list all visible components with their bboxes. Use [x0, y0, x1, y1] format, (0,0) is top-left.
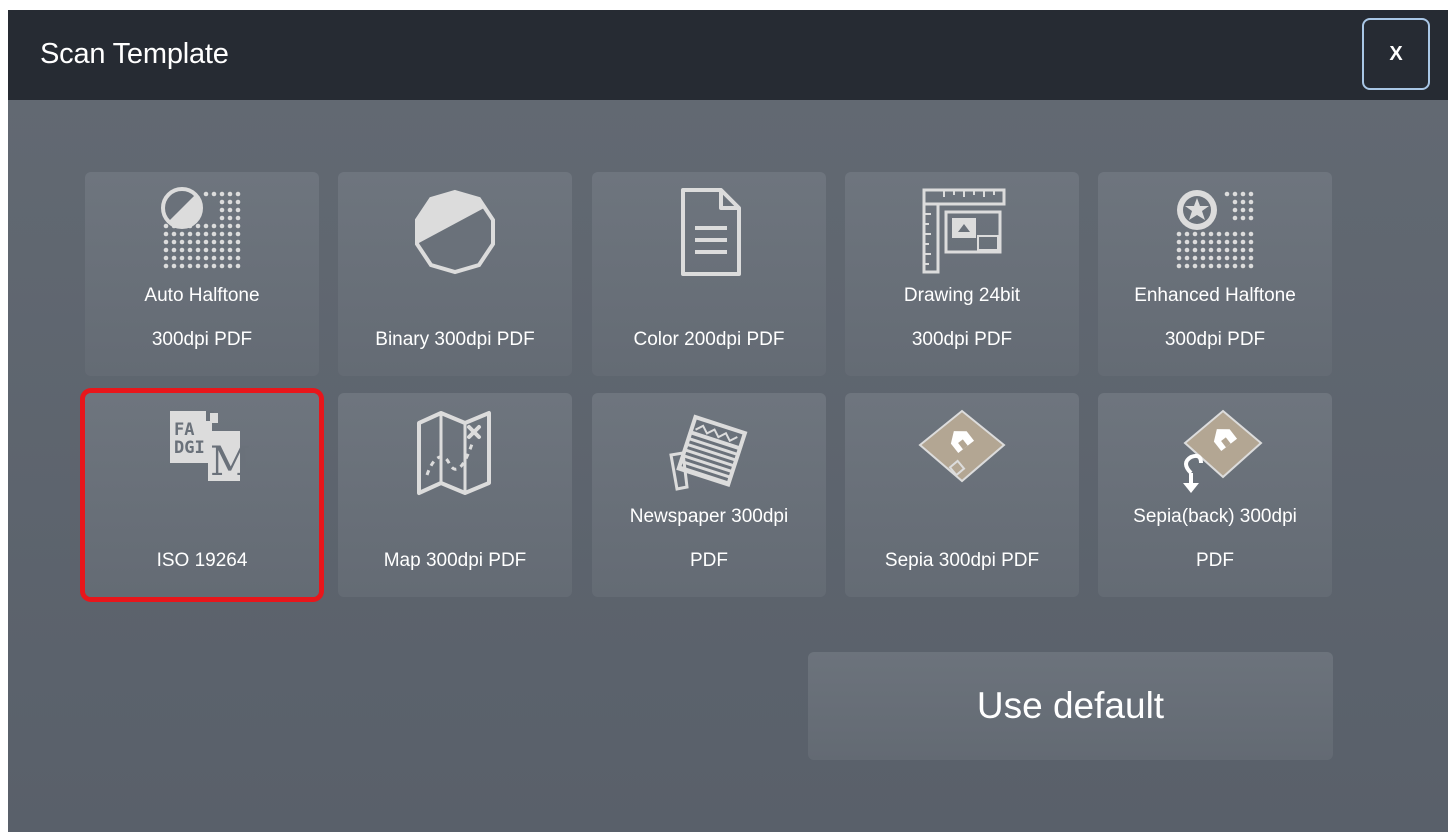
- dialog-titlebar: Scan Template X: [8, 10, 1448, 100]
- template-enhanced-halftone[interactable]: Enhanced Halftone 300dpi PDF: [1098, 172, 1332, 376]
- template-label: Enhanced Halftone 300dpi PDF: [1134, 285, 1296, 350]
- scan-template-dialog: Scan Template X Auto Halftone 300dpi PDF…: [8, 10, 1448, 832]
- template-sepia[interactable]: Sepia 300dpi PDF: [845, 393, 1079, 597]
- template-label: Map 300dpi PDF: [383, 550, 527, 571]
- binary-icon: [403, 180, 507, 284]
- template-newspaper[interactable]: Newspaper 300dpi PDF: [592, 393, 826, 597]
- use-default-button[interactable]: Use default: [808, 652, 1333, 760]
- template-label: ISO 19264: [156, 550, 248, 571]
- template-sepia-back[interactable]: Sepia(back) 300dpi PDF: [1098, 393, 1332, 597]
- enhanced-halftone-icon: [1163, 180, 1267, 284]
- drawing-icon: [910, 180, 1014, 284]
- close-button[interactable]: X: [1362, 18, 1430, 90]
- document-icon: [657, 180, 761, 284]
- svg-text:DGI: DGI: [174, 438, 205, 458]
- svg-text:M: M: [210, 439, 251, 485]
- svg-text:FA: FA: [174, 420, 194, 440]
- template-drawing[interactable]: Drawing 24bit 300dpi PDF: [845, 172, 1079, 376]
- template-label: Newspaper 300dpi PDF: [629, 506, 789, 571]
- template-binary[interactable]: Binary 300dpi PDF: [338, 172, 572, 376]
- template-label: Color 200dpi PDF: [633, 329, 785, 350]
- template-auto-halftone[interactable]: Auto Halftone 300dpi PDF: [85, 172, 319, 376]
- template-map[interactable]: Map 300dpi PDF: [338, 393, 572, 597]
- fadgi-iso-icon: FA DGI M: [150, 401, 254, 505]
- halftone-icon: [150, 180, 254, 284]
- template-label: Sepia 300dpi PDF: [884, 550, 1040, 571]
- template-iso-19264[interactable]: FA DGI M ISO 19264: [85, 393, 319, 597]
- map-icon: [403, 401, 507, 505]
- template-color[interactable]: Color 200dpi PDF: [592, 172, 826, 376]
- sepia-back-icon: [1163, 401, 1267, 505]
- template-label: Auto Halftone 300dpi PDF: [144, 285, 260, 350]
- newspaper-icon: [657, 401, 761, 505]
- template-label: Binary 300dpi PDF: [375, 329, 535, 350]
- dialog-title: Scan Template: [40, 38, 229, 70]
- template-label: Sepia(back) 300dpi PDF: [1133, 506, 1297, 571]
- sepia-icon: [910, 401, 1014, 505]
- template-label: Drawing 24bit 300dpi PDF: [903, 285, 1021, 350]
